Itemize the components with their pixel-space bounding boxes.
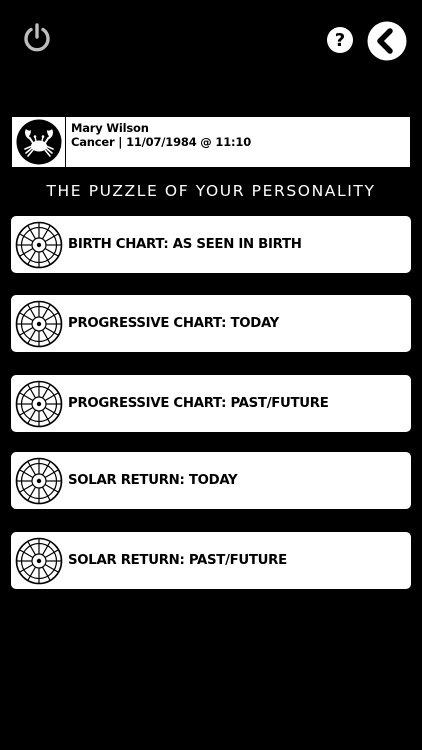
menu-item-label: SOLAR RETURN: PAST/FUTURE	[68, 553, 287, 568]
help-icon: ?	[327, 27, 353, 53]
chart-wheel-icon	[15, 221, 63, 268]
profile-card[interactable]: Mary Wilson Cancer | 11/07/1984 @ 11:10	[11, 116, 411, 168]
help-button[interactable]: ?	[326, 26, 354, 54]
menu-item-label: SOLAR RETURN: TODAY	[68, 473, 238, 488]
menu-item-label: BIRTH CHART: AS SEEN IN BIRTH	[68, 237, 302, 252]
crab-icon	[16, 119, 61, 165]
back-icon	[367, 21, 407, 61]
profile-details: Cancer | 11/07/1984 @ 11:10	[71, 135, 252, 149]
profile-name: Mary Wilson	[71, 121, 149, 135]
back-button[interactable]	[367, 21, 407, 61]
svg-text:?: ?	[335, 30, 345, 51]
menu-item-progressive-past-future[interactable]: PROGRESSIVE CHART: PAST/FUTURE	[11, 375, 411, 432]
menu-item-solar-return-past-future[interactable]: SOLAR RETURN: PAST/FUTURE	[11, 532, 411, 589]
menu-item-progressive-today[interactable]: PROGRESSIVE CHART: TODAY	[11, 295, 411, 352]
power-button[interactable]	[20, 20, 54, 56]
menu-item-solar-return-today[interactable]: SOLAR RETURN: TODAY	[11, 452, 411, 509]
profile-info: Mary Wilson Cancer | 11/07/1984 @ 11:10	[66, 117, 251, 167]
menu-item-label: PROGRESSIVE CHART: TODAY	[68, 316, 279, 331]
menu-item-label: PROGRESSIVE CHART: PAST/FUTURE	[68, 396, 329, 411]
chart-wheel-icon	[15, 300, 63, 347]
section-title: THE PUZZLE OF YOUR PERSONALITY	[46, 182, 376, 200]
chart-wheel-icon	[15, 457, 63, 504]
menu-item-birth-chart[interactable]: BIRTH CHART: AS SEEN IN BIRTH	[11, 216, 411, 273]
power-icon	[24, 23, 50, 52]
chart-wheel-icon	[15, 380, 63, 427]
chart-wheel-icon	[15, 537, 63, 584]
profile-avatar	[12, 117, 66, 167]
